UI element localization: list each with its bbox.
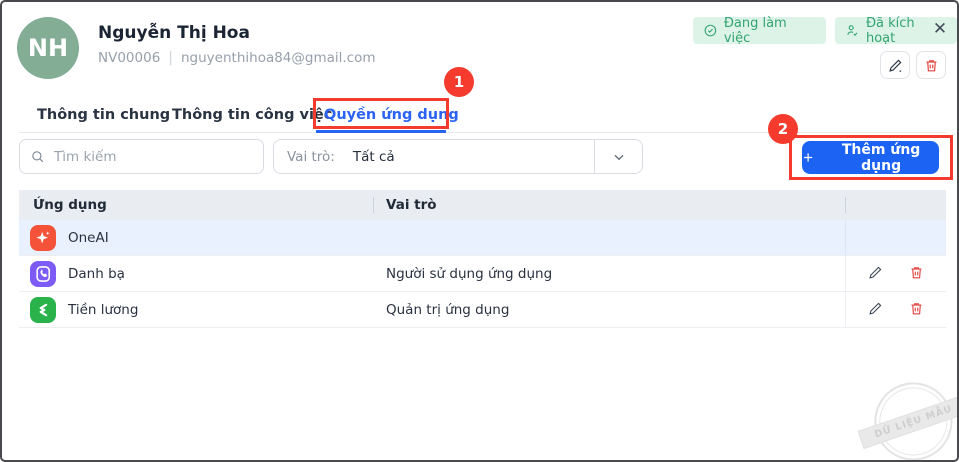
stamp-outer-ring (863, 371, 957, 460)
header-actions-divider (845, 197, 846, 213)
app-name: Tiền lương (68, 302, 139, 318)
sample-data-watermark: DỮ LIỆU MẪU (857, 370, 957, 460)
add-application-label: Thêm ứng dụng (841, 141, 921, 174)
check-circle-icon (704, 24, 717, 37)
tab-thong-tin-chung[interactable]: Thông tin chung (37, 98, 170, 132)
salary-app-icon (30, 297, 56, 323)
applications-table: Ứng dụng Vai trò OneAI Danh bạ Người sử … (19, 190, 946, 328)
trash-icon (911, 302, 922, 314)
status-badge-working: Đang làm việc (693, 15, 827, 46)
edit-row-button[interactable] (868, 265, 883, 284)
pencil-icon (869, 302, 882, 315)
annotation-box-step1 (313, 98, 449, 129)
role-filter-value: Tất cả (352, 148, 395, 165)
edit-employee-button[interactable] (880, 51, 910, 79)
pencil-icon (869, 266, 882, 279)
trash-icon (911, 266, 922, 278)
avatar: NH (17, 17, 79, 79)
edit-row-button[interactable] (868, 301, 883, 320)
delete-row-button[interactable] (909, 265, 924, 284)
app-name: Danh bạ (68, 266, 125, 282)
employee-detail-dialog: NH Nguyễn Thị Hoa NV00006 | nguyenthihoa… (0, 0, 959, 462)
delete-employee-button[interactable] (916, 51, 946, 79)
header-column-divider (373, 197, 374, 213)
status-badge-label: Đang làm việc (723, 15, 787, 46)
app-role: Quản trị ứng dụng (386, 302, 510, 318)
active-tab-underline (316, 130, 446, 133)
role-filter-label: Vai trò: (287, 148, 335, 165)
row-actions (845, 220, 946, 256)
tab-thong-tin-cong-viec[interactable]: Thông tin công việc (172, 98, 332, 132)
status-badges: Đang làm việc Đã kích hoạt (693, 15, 957, 46)
annotation-badge-step2: 2 (768, 114, 798, 144)
pencil-icon (888, 59, 901, 72)
contacts-app-icon (30, 261, 56, 287)
employee-name: Nguyễn Thị Hoa (98, 23, 250, 43)
user-check-icon (847, 25, 858, 36)
add-application-button[interactable]: Thêm ứng dụng (802, 141, 939, 174)
employee-email: nguyenthihoa84@gmail.com (181, 50, 376, 66)
row-actions (845, 256, 946, 292)
annotation-badge-step1: 1 (444, 67, 474, 97)
table-row[interactable]: OneAI (19, 220, 946, 256)
table-row[interactable]: Danh bạ Người sử dụng ứng dụng (19, 256, 946, 292)
search-input[interactable] (54, 148, 253, 165)
plus-icon (804, 153, 813, 162)
search-icon (32, 151, 44, 163)
app-role: Người sử dụng ứng dụng (386, 266, 553, 282)
role-filter-select[interactable]: Vai trò: Tất cả (273, 139, 643, 174)
search-box (19, 139, 264, 174)
oneai-app-icon (30, 225, 56, 251)
row-actions (845, 292, 946, 328)
employee-code: NV00006 (98, 50, 161, 66)
app-name: OneAI (68, 230, 109, 246)
tabbar-divider (19, 132, 946, 133)
table-header: Ứng dụng Vai trò (19, 190, 946, 220)
close-icon[interactable]: ✕ (928, 17, 952, 41)
stamp-label: DỮ LIỆU MẪU (857, 394, 957, 450)
stamp-inner-ring (870, 378, 957, 460)
subline-separator: | (168, 50, 173, 66)
delete-row-button[interactable] (909, 301, 924, 320)
employee-subline: NV00006 | nguyenthihoa84@gmail.com (98, 50, 376, 66)
select-divider (594, 140, 595, 173)
column-header-role: Vai trò (386, 197, 437, 213)
chevron-down-icon[interactable] (611, 149, 627, 165)
table-row[interactable]: Tiền lương Quản trị ứng dụng (19, 292, 946, 328)
trash-icon (926, 59, 936, 71)
column-header-app: Ứng dụng (33, 197, 107, 213)
